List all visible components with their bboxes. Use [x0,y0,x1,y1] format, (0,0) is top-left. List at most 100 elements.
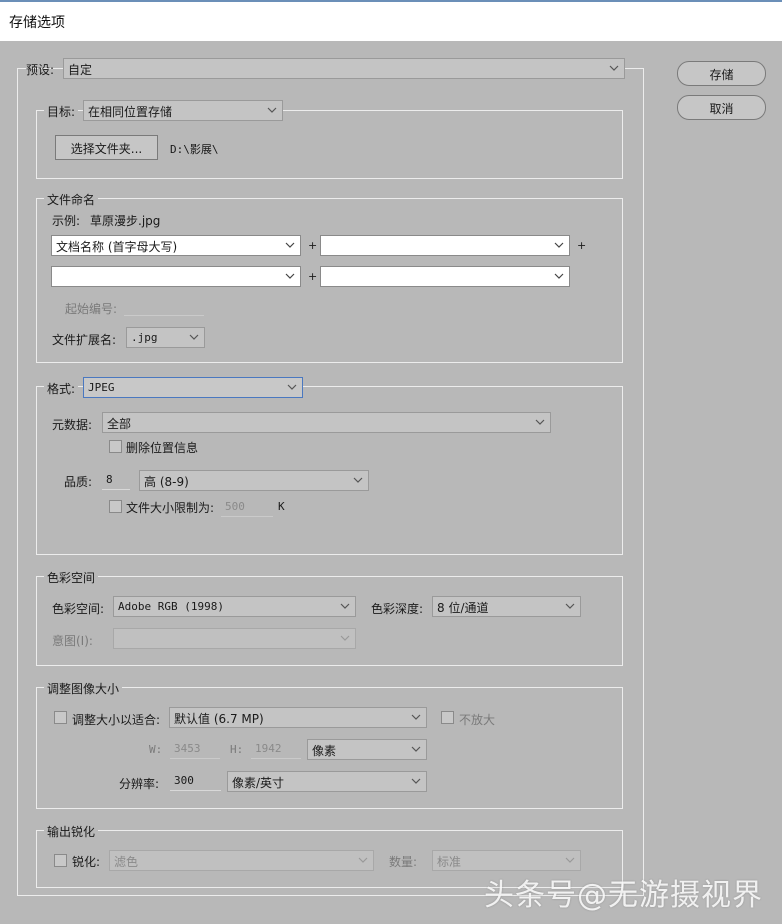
limit-size-checkbox[interactable] [109,500,122,513]
preset-label: 预设: [26,63,55,77]
resolution-unit-value: 像素/英寸 [232,776,285,790]
width-value: 3453 [174,742,201,755]
format-dropdown[interactable]: JPEG [83,377,303,398]
metadata-value: 全部 [107,417,132,431]
sharpen-dropdown: 滤色 [109,850,374,871]
height-input: 1942 [251,739,301,759]
no-enlarge-checkbox[interactable] [441,711,454,724]
chevron-down-icon [411,776,421,786]
destination-value: 在相同位置存储 [88,105,173,119]
resize-fit-checkbox[interactable] [54,711,67,724]
start-number-label: 起始编号: [65,302,118,316]
chevron-down-icon [267,105,277,115]
chevron-down-icon [411,744,421,754]
example-value: 草原漫步.jpg [90,214,161,228]
sharpen-checkbox[interactable] [54,854,67,867]
destination-dropdown[interactable]: 在相同位置存储 [83,100,283,121]
height-label: H: [230,743,244,756]
color-space-legend: 色彩空间 [44,569,99,586]
chevron-down-icon [358,855,368,865]
width-label: W: [149,743,163,756]
sharpen-legend: 输出锐化 [44,823,99,840]
chevron-down-icon [554,240,564,250]
quality-preset-value: 高 (8-9) [144,475,189,489]
save-button[interactable]: 存储 [677,61,766,86]
chevron-down-icon [189,332,199,342]
sharpen-label: 锐化: [72,855,101,869]
intent-label: 意图(I): [52,634,93,648]
size-unit-value: 像素 [312,744,337,758]
plus-1: + [308,239,318,252]
preset-value: 自定 [68,63,93,77]
amount-value: 标准 [437,855,462,869]
color-space-value: Adobe RGB (1998) [118,600,224,613]
no-enlarge-label: 不放大 [459,713,496,727]
format-value: JPEG [88,381,115,394]
cancel-button[interactable]: 取消 [677,95,766,120]
destination-path: D:\影展\ [170,143,219,156]
amount-dropdown: 标准 [432,850,581,871]
start-number-input [124,296,204,316]
sharpen-value: 滤色 [114,855,139,869]
strip-location-checkbox[interactable] [109,440,122,453]
metadata-dropdown[interactable]: 全部 [102,412,551,433]
color-depth-dropdown[interactable]: 8 位/通道 [432,596,581,617]
amount-label: 数量: [389,855,418,869]
chevron-down-icon [353,475,363,485]
extension-dropdown[interactable]: .jpg [126,327,205,348]
chevron-down-icon [285,240,295,250]
file-naming-legend: 文件命名 [44,191,99,208]
chevron-down-icon [609,63,619,73]
color-depth-label: 色彩深度: [371,602,424,616]
height-value: 1942 [255,742,282,755]
limit-size-value: 500 [225,500,245,513]
watermark-text: 头条号@无游摄视界 [484,878,763,913]
chevron-down-icon [554,271,564,281]
color-space-frame [36,576,623,666]
quality-preset-dropdown[interactable]: 高 (8-9) [139,470,369,491]
resize-fit-value: 默认值 (6.7 MP) [174,712,264,726]
resolution-unit-dropdown[interactable]: 像素/英寸 [227,771,427,792]
width-input: 3453 [170,739,220,759]
preset-dropdown[interactable]: 自定 [63,58,625,79]
resolution-value: 300 [174,774,194,787]
quality-input[interactable]: 8 [102,470,130,490]
quality-value: 8 [106,473,113,486]
quality-label: 品质: [64,475,93,489]
color-depth-value: 8 位/通道 [437,601,489,615]
chevron-down-icon [340,633,350,643]
resize-fit-dropdown[interactable]: 默认值 (6.7 MP) [169,707,427,728]
chevron-down-icon [287,382,297,392]
resolution-label: 分辨率: [119,777,160,791]
intent-dropdown [113,628,356,649]
example-label: 示例: [52,214,81,228]
limit-size-input: 500 [221,497,273,517]
extension-value: .jpg [131,331,158,344]
color-space-label: 色彩空间: [52,602,105,616]
plus-3: + [308,270,318,283]
chevron-down-icon [565,855,575,865]
limit-size-label: 文件大小限制为: [126,501,215,515]
resolution-input[interactable]: 300 [170,771,221,791]
color-space-dropdown[interactable]: Adobe RGB (1998) [113,596,356,617]
metadata-label: 元数据: [52,418,93,432]
strip-location-label: 删除位置信息 [126,441,199,455]
chevron-down-icon [535,417,545,427]
extension-label: 文件扩展名: [52,333,117,347]
chevron-down-icon [411,712,421,722]
naming-field-3[interactable] [51,266,301,287]
chevron-down-icon [285,271,295,281]
chevron-down-icon [565,601,575,611]
format-label: 格式: [44,380,79,397]
title-bar: 存储选项 [0,0,782,41]
naming-field-1[interactable]: 文档名称 (首字母大写) [51,235,301,256]
size-unit-dropdown[interactable]: 像素 [307,739,427,760]
chevron-down-icon [340,601,350,611]
resize-legend: 调整图像大小 [44,680,123,697]
naming-field-2[interactable] [320,235,570,256]
window-title: 存储选项 [9,15,65,31]
naming-field-4[interactable] [320,266,570,287]
choose-folder-button[interactable]: 选择文件夹... [55,135,158,160]
plus-2: + [577,239,587,252]
destination-label: 目标: [44,103,79,120]
